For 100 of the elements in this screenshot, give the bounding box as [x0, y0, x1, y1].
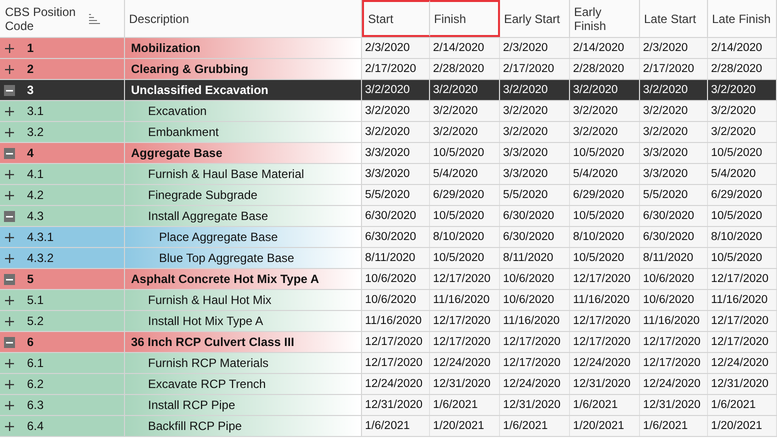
expand-icon[interactable] — [4, 106, 15, 116]
table-row[interactable]: 5.1 Furnish & Haul Hot Mix 10/6/2020 11/16/2020 10/6/2020 11/16/2020 10/6/2020 11/16/2020 — [0, 290, 777, 311]
table-cell: Finegrade Subgrade — [125, 185, 362, 205]
table-cell: 3/2/2020 — [362, 122, 430, 142]
table-cell: 6/29/2020 — [430, 185, 500, 205]
table-row[interactable]: 6.4 Backfill RCP Pipe 1/6/2021 1/20/2021 1/6/2021 1/20/2021 1/6/2021 1/20/2021 — [0, 416, 777, 437]
expand-icon[interactable] — [4, 400, 15, 410]
table-cell: Install Aggregate Base — [125, 206, 362, 226]
table-cell: 2 — [0, 59, 125, 79]
table-cell: 11/16/2020 — [640, 311, 708, 331]
table-cell: 3/2/2020 — [570, 80, 640, 100]
table-cell: 1/6/2021 — [362, 416, 430, 436]
table-row[interactable]: 4 Aggregate Base 3/3/2020 10/5/2020 3/3/2020 10/5/2020 3/3/2020 10/5/2020 — [0, 143, 777, 164]
table-cell: 2/3/2020 — [500, 38, 570, 58]
table-cell: 3/2/2020 — [640, 101, 708, 121]
table-cell: Install RCP Pipe — [125, 395, 362, 415]
expand-icon[interactable] — [4, 232, 15, 242]
column-header[interactable]: Late Start — [640, 0, 708, 37]
column-header[interactable]: Description — [125, 0, 362, 37]
table-cell: 6/29/2020 — [570, 185, 640, 205]
table-cell: 6/30/2020 — [362, 227, 430, 247]
table-cell: 12/17/2020 — [570, 269, 640, 289]
table-cell: 12/24/2020 — [570, 353, 640, 373]
table-row[interactable]: 2 Clearing & Grubbing 2/17/2020 2/28/2020 2/17/2020 2/28/2020 2/17/2020 2/28/2020 — [0, 59, 777, 80]
table-cell: 3/3/2020 — [362, 143, 430, 163]
table-cell: 3/3/2020 — [500, 164, 570, 184]
table-cell: 10/5/2020 — [570, 143, 640, 163]
expand-icon[interactable] — [4, 420, 15, 432]
table-row[interactable]: 4.3.1 Place Aggregate Base 6/30/2020 8/10/2020 6/30/2020 8/10/2020 6/30/2020 8/10/2020 — [0, 227, 777, 248]
table-cell: Place Aggregate Base — [125, 227, 362, 247]
table-row[interactable]: 3 Unclassified Excavation 3/2/2020 3/2/2020 3/2/2020 3/2/2020 3/2/2020 3/2/2020 — [0, 80, 777, 101]
table-cell: 2/28/2020 — [708, 59, 777, 79]
table-cell: 12/17/2020 — [430, 269, 500, 289]
table-cell: 3 — [0, 80, 125, 100]
table-row[interactable]: 6.3 Install RCP Pipe 12/31/2020 1/6/2021 12/31/2020 1/6/2021 12/31/2020 1/6/2021 — [0, 395, 777, 416]
table-row[interactable]: 6 36 Inch RCP Culvert Class III 12/17/2020 12/17/2020 12/17/2020 12/17/2020 12/17/2020 12/17/2020 — [0, 332, 777, 353]
column-header[interactable]: Early Finish — [570, 0, 640, 37]
table-cell: 10/5/2020 — [430, 248, 500, 268]
table-cell: 1/6/2021 — [500, 416, 570, 436]
table-row[interactable]: 6.1 Furnish RCP Materials 12/17/2020 12/24/2020 12/17/2020 12/24/2020 12/17/2020 12/24/2020 — [0, 353, 777, 374]
table-row[interactable]: 4.3.2 Blue Top Aggregate Base 8/11/2020 10/5/2020 8/11/2020 10/5/2020 8/11/2020 10/5/2020 — [0, 248, 777, 269]
table-cell: 3/2/2020 — [430, 80, 500, 100]
table-cell: Furnish RCP Materials — [125, 353, 362, 373]
table-cell: 12/17/2020 — [500, 332, 570, 352]
expand-icon[interactable] — [4, 378, 15, 390]
table-cell: 10/5/2020 — [430, 206, 500, 226]
expand-icon[interactable] — [4, 126, 15, 138]
sort-icon[interactable] — [89, 14, 100, 24]
table-cell: Backfill RCP Pipe — [125, 416, 362, 436]
table-cell: 12/17/2020 — [708, 332, 777, 352]
expand-icon[interactable] — [4, 252, 15, 264]
table-row[interactable]: 4.1 Furnish & Haul Base Material 3/3/2020 5/4/2020 3/3/2020 5/4/2020 3/3/2020 5/4/2020 — [0, 164, 777, 185]
expand-icon[interactable] — [4, 168, 15, 180]
expand-icon[interactable] — [4, 64, 15, 74]
table-row[interactable]: 3.2 Embankment 3/2/2020 3/2/2020 3/2/2020 3/2/2020 3/2/2020 3/2/2020 — [0, 122, 777, 143]
table-cell: 3/2/2020 — [362, 80, 430, 100]
table-cell: 10/6/2020 — [640, 290, 708, 310]
table-row[interactable]: 5 Asphalt Concrete Hot Mix Type A 10/6/2020 12/17/2020 10/6/2020 12/17/2020 10/6/2020 12/17/2020 — [0, 269, 777, 290]
collapse-icon[interactable] — [4, 84, 15, 96]
column-header[interactable]: Early Start — [500, 0, 570, 37]
column-header[interactable]: Late Finish — [708, 0, 777, 37]
table-cell: 6.2 — [0, 374, 125, 394]
table-cell: 6.4 — [0, 416, 125, 436]
table-cell: 11/16/2020 — [500, 311, 570, 331]
expand-icon[interactable] — [4, 42, 15, 54]
table-cell: 3/2/2020 — [708, 101, 777, 121]
table-cell: 2/17/2020 — [640, 59, 708, 79]
expand-icon[interactable] — [4, 294, 15, 306]
table-cell: Unclassified Excavation — [125, 80, 362, 100]
table-cell: 5/5/2020 — [362, 185, 430, 205]
table-cell: 2/14/2020 — [570, 38, 640, 58]
table-cell: 12/17/2020 — [640, 353, 708, 373]
expand-icon[interactable] — [4, 316, 15, 326]
expand-icon[interactable] — [4, 358, 15, 368]
table-cell: 12/17/2020 — [570, 332, 640, 352]
table-cell: 3/3/2020 — [500, 143, 570, 163]
table-cell: 2/17/2020 — [362, 59, 430, 79]
table-row[interactable]: 4.2 Finegrade Subgrade 5/5/2020 6/29/2020 5/5/2020 6/29/2020 5/5/2020 6/29/2020 — [0, 185, 777, 206]
table-row[interactable]: 4.3 Install Aggregate Base 6/30/2020 10/5/2020 6/30/2020 10/5/2020 6/30/2020 10/5/2020 — [0, 206, 777, 227]
table-cell: 6/30/2020 — [640, 227, 708, 247]
table-row[interactable]: 5.2 Install Hot Mix Type A 11/16/2020 12/17/2020 11/16/2020 12/17/2020 11/16/2020 12/17/2020 — [0, 311, 777, 332]
table-cell: 12/17/2020 — [708, 269, 777, 289]
expand-icon[interactable] — [4, 190, 15, 200]
table-cell: 4 — [0, 143, 125, 163]
table-cell: 4.1 — [0, 164, 125, 184]
table-cell: 5/4/2020 — [708, 164, 777, 184]
table-cell: 1/6/2021 — [708, 395, 777, 415]
table-cell: 11/16/2020 — [430, 290, 500, 310]
table-row[interactable]: 1 Mobilization 2/3/2020 2/14/2020 2/3/2020 2/14/2020 2/3/2020 2/14/2020 — [0, 38, 777, 59]
table-cell: Excavation — [125, 101, 362, 121]
table-cell: 10/6/2020 — [500, 269, 570, 289]
table-row[interactable]: 6.2 Excavate RCP Trench 12/24/2020 12/31/2020 12/24/2020 12/31/2020 12/24/2020 12/31/2020 — [0, 374, 777, 395]
column-header[interactable]: CBS Position Code — [0, 0, 125, 37]
table-cell: 10/5/2020 — [570, 206, 640, 226]
table-cell: 5/4/2020 — [570, 164, 640, 184]
table-cell: 3/2/2020 — [708, 122, 777, 142]
table-cell: 10/5/2020 — [708, 143, 777, 163]
table-row[interactable]: 3.1 Excavation 3/2/2020 3/2/2020 3/2/2020 3/2/2020 3/2/2020 3/2/2020 — [0, 101, 777, 122]
table-cell: 12/31/2020 — [640, 395, 708, 415]
table-cell: 1/20/2021 — [708, 416, 777, 436]
